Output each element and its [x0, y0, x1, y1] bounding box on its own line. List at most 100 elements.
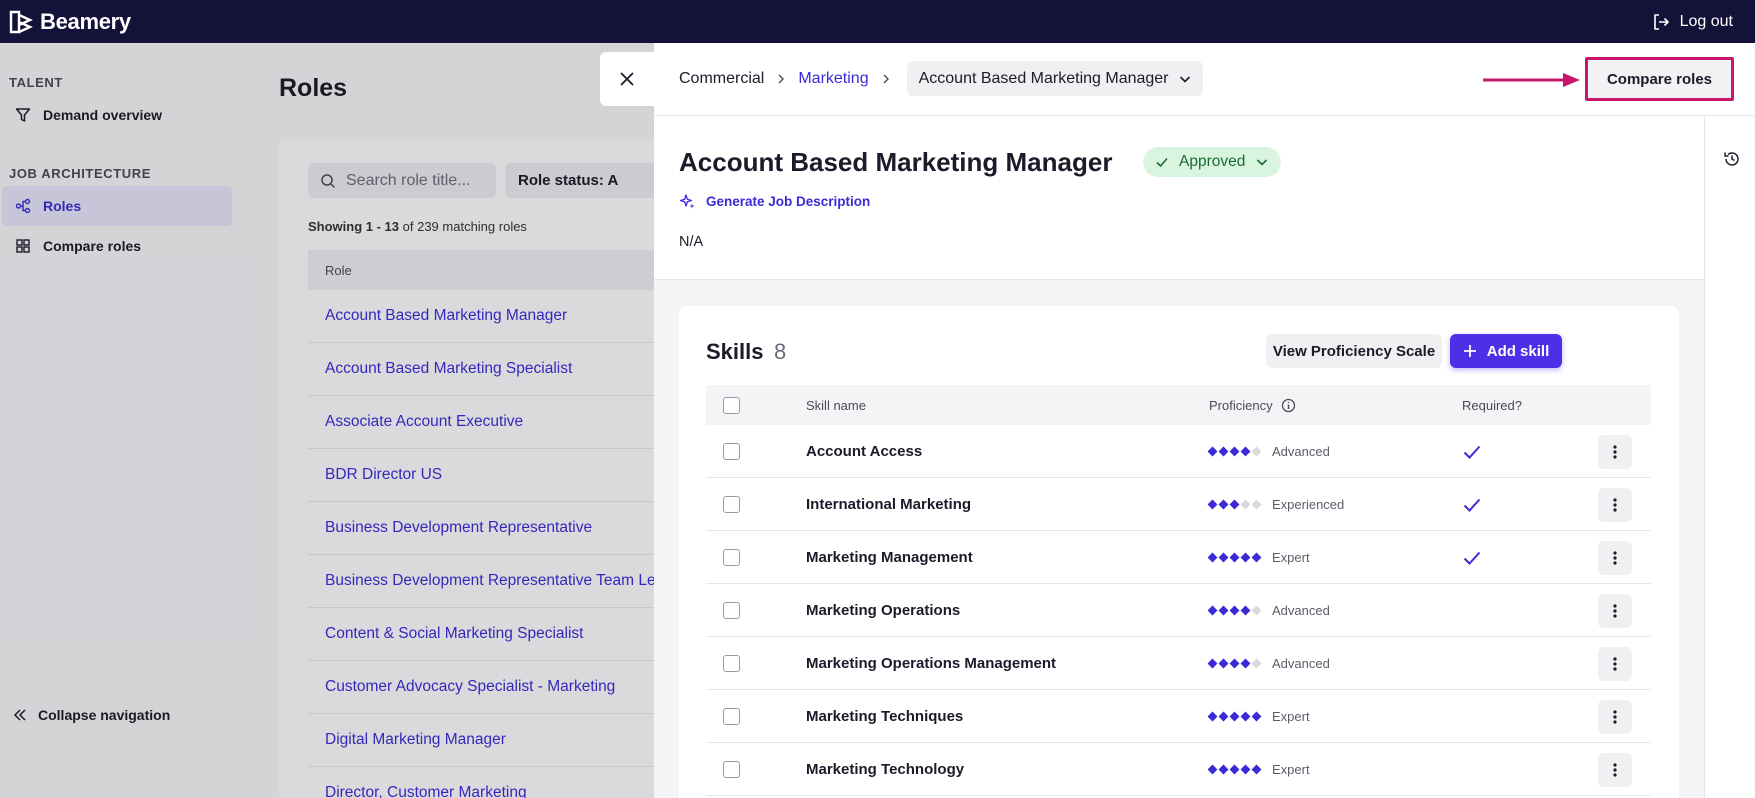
breadcrumb-commercial[interactable]: Commercial [679, 70, 764, 88]
role-title: Account Based Marketing Manager [679, 147, 1113, 177]
proficiency-dot [1240, 711, 1251, 722]
row-menu-cell [1598, 690, 1632, 743]
row-checkbox[interactable] [723, 443, 740, 460]
kebab-menu-icon [1613, 603, 1617, 618]
proficiency-label: Expert [1272, 709, 1310, 724]
row-checkbox[interactable] [723, 549, 740, 566]
proficiency-dot [1207, 499, 1218, 510]
compare-roles-button[interactable]: Compare roles [1585, 57, 1734, 101]
row-menu-cell [1598, 743, 1632, 796]
kebab-menu-icon [1613, 656, 1617, 671]
more-options-button[interactable] [1598, 699, 1632, 734]
more-options-button[interactable] [1598, 593, 1632, 628]
more-options-button[interactable] [1598, 646, 1632, 681]
column-skill-name[interactable]: Skill name [806, 385, 866, 425]
proficiency-indicator: Advanced [1207, 425, 1330, 478]
kebab-menu-icon [1613, 497, 1617, 512]
add-skill-button[interactable]: Add skill [1450, 334, 1562, 368]
proficiency-dot [1229, 711, 1240, 722]
chevron-down-icon [1257, 159, 1268, 166]
generate-job-description-button[interactable]: Generate Job Description [679, 193, 870, 210]
proficiency-indicator: Advanced [1207, 637, 1330, 690]
add-skill-label: Add skill [1486, 342, 1550, 360]
row-checkbox[interactable] [723, 708, 740, 725]
required-cell[interactable] [1462, 425, 1482, 478]
role-detail-panel: Commercial Marketing Account Based Marke… [654, 43, 1755, 798]
breadcrumb-marketing[interactable]: Marketing [798, 70, 868, 88]
row-menu-cell [1598, 637, 1632, 690]
check-icon [1463, 445, 1481, 459]
row-checkbox[interactable] [723, 655, 740, 672]
history-icon[interactable] [1723, 150, 1741, 168]
breadcrumb-current-label: Account Based Marketing Manager [918, 69, 1169, 87]
proficiency-dot [1218, 764, 1229, 775]
more-options-button[interactable] [1598, 434, 1632, 469]
proficiency-dot [1251, 711, 1262, 722]
skills-card: Skills 8 View Proficiency Scale Add skil… [679, 306, 1679, 798]
required-cell[interactable] [1462, 478, 1482, 531]
select-all-checkbox-cell [723, 385, 740, 425]
proficiency-dot [1240, 764, 1251, 775]
proficiency-dot [1207, 605, 1218, 616]
proficiency-indicator: Advanced [1207, 584, 1330, 637]
beamery-logo-icon [9, 10, 33, 33]
more-options-button[interactable] [1598, 487, 1632, 522]
sparkle-icon [679, 194, 695, 209]
row-checkbox[interactable] [723, 496, 740, 513]
breadcrumb-current-role-dropdown[interactable]: Account Based Marketing Manager [906, 61, 1203, 96]
brand-logo[interactable]: Beamery [8, 9, 131, 35]
proficiency-indicator: Expert [1207, 743, 1310, 796]
status-badge-dropdown[interactable]: Approved [1143, 147, 1282, 177]
row-menu-cell [1598, 584, 1632, 637]
proficiency-dot [1240, 605, 1251, 616]
kebab-menu-icon [1613, 709, 1617, 724]
proficiency-dot [1229, 499, 1240, 510]
check-icon [1463, 498, 1481, 512]
proficiency-dot [1251, 446, 1262, 457]
skills-count: 8 [774, 339, 787, 364]
proficiency-dot [1207, 764, 1218, 775]
row-checkbox-cell [723, 478, 740, 531]
logout-button[interactable]: Log out [1652, 13, 1733, 31]
row-checkbox-cell [723, 531, 740, 584]
kebab-menu-icon [1613, 550, 1617, 565]
proficiency-dot [1240, 658, 1251, 669]
proficiency-dot [1218, 446, 1229, 457]
table-row: Marketing Operations Advanced [706, 584, 1651, 637]
column-required[interactable]: Required? [1462, 385, 1522, 425]
row-checkbox-cell [723, 425, 740, 478]
column-proficiency[interactable]: Proficiency [1209, 385, 1296, 425]
proficiency-label: Expert [1272, 762, 1310, 777]
proficiency-dot [1229, 658, 1240, 669]
modal-backdrop[interactable] [0, 43, 654, 798]
proficiency-dot [1251, 764, 1262, 775]
view-proficiency-scale-button[interactable]: View Proficiency Scale [1266, 334, 1442, 368]
proficiency-dot [1240, 552, 1251, 563]
proficiency-dot [1229, 764, 1240, 775]
proficiency-dot [1218, 605, 1229, 616]
skill-name: Marketing Technology [806, 761, 965, 778]
skill-name: Marketing Operations [806, 602, 961, 619]
table-row: International Marketing Experienced [706, 478, 1651, 531]
row-checkbox[interactable] [723, 761, 740, 778]
plus-icon [1463, 345, 1476, 357]
breadcrumb: Commercial Marketing Account Based Marke… [679, 61, 1203, 96]
skill-name: Account Access [806, 443, 923, 460]
row-checkbox[interactable] [723, 602, 740, 619]
select-all-checkbox[interactable] [723, 396, 740, 414]
table-row: Marketing Operations Management Advanced [706, 637, 1651, 690]
close-panel-button[interactable] [600, 52, 654, 106]
table-row: Account Access Advanced [706, 425, 1651, 478]
more-options-button[interactable] [1598, 540, 1632, 575]
brand-name: Beamery [40, 8, 131, 34]
proficiency-dot [1229, 552, 1240, 563]
skill-name: International Marketing [806, 496, 972, 513]
info-icon[interactable] [1281, 398, 1296, 413]
kebab-menu-icon [1613, 762, 1617, 777]
skills-table-body: Account Access Advanced International Mark… [706, 425, 1651, 796]
more-options-button[interactable] [1598, 752, 1632, 787]
skill-name: Marketing Techniques [806, 708, 964, 725]
proficiency-label: Experienced [1272, 497, 1345, 512]
required-cell[interactable] [1462, 531, 1482, 584]
role-description: N/A [679, 234, 704, 250]
